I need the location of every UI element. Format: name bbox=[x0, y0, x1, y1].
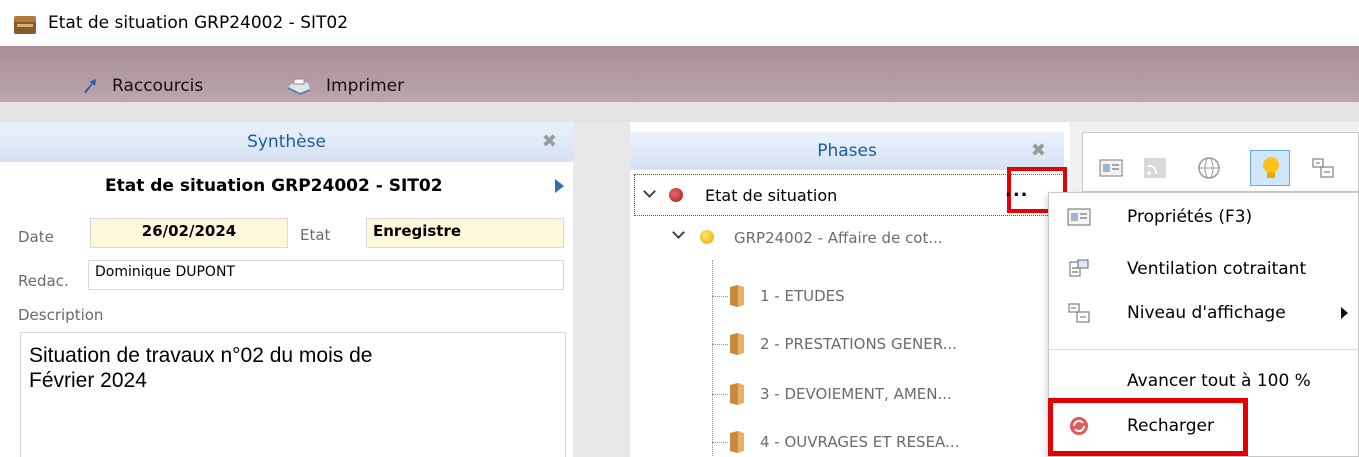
menu-item-label: Ventilation cotraitant bbox=[1127, 259, 1307, 279]
properties-icon[interactable] bbox=[1098, 156, 1124, 180]
menu-item-label: Avancer tout à 100 % bbox=[1127, 371, 1311, 391]
tree-connector bbox=[712, 344, 728, 345]
lightbulb-icon bbox=[1263, 157, 1279, 178]
redac-label: Redac. bbox=[18, 272, 69, 290]
app-icon bbox=[14, 16, 36, 34]
menu-item-label: Niveau d'affichage bbox=[1127, 303, 1286, 323]
close-icon[interactable]: ✖ bbox=[1031, 140, 1046, 161]
description-field[interactable]: Situation de travaux n°02 du mois de Fév… bbox=[20, 332, 566, 457]
menu-separator bbox=[1049, 349, 1359, 350]
etat-field[interactable]: Enregistre bbox=[366, 218, 564, 248]
reload-highlight bbox=[1048, 398, 1248, 456]
book-icon bbox=[730, 383, 744, 405]
status-dot-icon bbox=[669, 188, 683, 202]
tree-connector bbox=[712, 442, 728, 443]
tree-item-label: 3 - DEVOIEMENT, AMEN... bbox=[760, 385, 952, 403]
menu-item-advance-all[interactable]: Avancer tout à 100 % bbox=[1049, 359, 1359, 403]
chevron-down-icon[interactable] bbox=[643, 185, 656, 198]
synthese-title: Synthèse bbox=[247, 132, 326, 152]
title-bar: Etat de situation GRP24002 - SIT02 bbox=[0, 0, 1359, 46]
tree-item[interactable]: 4 - OUVRAGES ET RESEA... bbox=[630, 424, 1060, 457]
tree-item-label: 4 - OUVRAGES ET RESEA... bbox=[760, 433, 960, 451]
expand-arrow-icon[interactable] bbox=[555, 179, 564, 193]
shortcuts-label: Raccourcis bbox=[112, 76, 204, 96]
lightbulb-button[interactable] bbox=[1250, 150, 1290, 186]
menu-item-display-level[interactable]: Niveau d'affichage bbox=[1049, 291, 1359, 335]
more-dots-icon: ... bbox=[1005, 180, 1029, 201]
window-title: Etat de situation GRP24002 - SIT02 bbox=[48, 13, 349, 33]
globe-icon[interactable] bbox=[1196, 156, 1222, 180]
properties-icon bbox=[1067, 208, 1091, 226]
print-button[interactable]: Imprimer bbox=[286, 74, 404, 98]
chevron-down-icon[interactable] bbox=[672, 226, 685, 239]
date-label: Date bbox=[18, 228, 54, 246]
tree-root-node[interactable]: Etat de situation bbox=[634, 174, 1064, 216]
status-dot-icon bbox=[700, 230, 714, 244]
description-label: Description bbox=[18, 306, 104, 324]
toolbar bbox=[0, 46, 1359, 102]
submenu-arrow-icon bbox=[1341, 307, 1348, 319]
toolbar-separator bbox=[0, 102, 1359, 122]
redac-field[interactable]: Dominique DUPONT bbox=[88, 260, 564, 290]
tree-item[interactable]: 1 - ETUDES bbox=[630, 278, 1060, 314]
tree-item[interactable]: 3 - DEVOIEMENT, AMEN... bbox=[630, 376, 1060, 412]
menu-item-label: Propriétés (F3) bbox=[1127, 207, 1253, 227]
document-title: Etat de situation GRP24002 - SIT02 bbox=[105, 176, 443, 196]
tree-connector bbox=[712, 296, 728, 297]
arrow-icon bbox=[84, 79, 96, 93]
tree-child-label: GRP24002 - Affaire de cot... bbox=[734, 229, 943, 247]
tree-item[interactable]: 2 - PRESTATIONS GENER... bbox=[630, 326, 1060, 362]
tree-item-label: 2 - PRESTATIONS GENER... bbox=[760, 335, 957, 353]
phases-header: Phases ✖ bbox=[630, 132, 1064, 170]
tree-item-label: 1 - ETUDES bbox=[760, 287, 845, 305]
panel-splitter[interactable] bbox=[573, 122, 630, 457]
synthese-header: Synthèse ✖ bbox=[0, 122, 573, 162]
shortcuts-button[interactable]: Raccourcis bbox=[80, 74, 203, 98]
book-icon bbox=[730, 333, 744, 355]
synthese-panel: Synthèse ✖ Etat de situation GRP24002 - … bbox=[0, 122, 573, 457]
tree-child-node[interactable]: GRP24002 - Affaire de cot... bbox=[630, 216, 1060, 260]
display-level-icon bbox=[1068, 303, 1090, 323]
rss-icon[interactable] bbox=[1142, 156, 1168, 180]
menu-item-properties[interactable]: Propriétés (F3) bbox=[1049, 195, 1359, 239]
date-field[interactable]: 26/02/2024 bbox=[90, 218, 288, 248]
tree-root-label: Etat de situation bbox=[705, 186, 838, 205]
ventilation-icon bbox=[1069, 259, 1089, 277]
printer-icon bbox=[288, 78, 310, 95]
phases-title: Phases bbox=[817, 141, 877, 161]
tree-connector bbox=[712, 394, 728, 395]
book-icon bbox=[730, 285, 744, 307]
close-icon[interactable]: ✖ bbox=[542, 131, 557, 152]
book-icon bbox=[730, 431, 744, 453]
display-level-icon[interactable] bbox=[1310, 156, 1336, 180]
phases-panel: Phases ✖ Etat de situation ... GRP24002 … bbox=[630, 122, 1070, 457]
print-label: Imprimer bbox=[326, 76, 405, 96]
etat-label: Etat bbox=[300, 226, 331, 244]
menu-item-ventilation[interactable]: Ventilation cotraitant bbox=[1049, 247, 1359, 291]
